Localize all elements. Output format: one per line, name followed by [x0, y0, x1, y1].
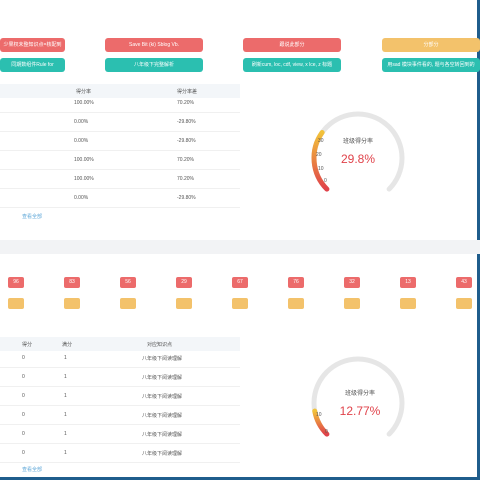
score-rate-cell: 0.00% — [74, 138, 89, 144]
score-rate-cell: 100.00% — [74, 157, 94, 163]
header-score-rate-diff: 得分率差 — [177, 89, 198, 95]
full-score-cell: 1 — [64, 431, 67, 437]
score-rate-cell: 0.00% — [74, 195, 89, 201]
score-rate-diff-cell: -29.80% — [177, 195, 196, 201]
section-divider — [0, 240, 480, 254]
row-divider — [0, 112, 240, 113]
gauge1-tick: 10 — [318, 166, 324, 172]
score-rate-gauge-2 — [311, 356, 405, 437]
header-full-score: 满分 — [62, 342, 73, 348]
knowledge-tag-3[interactable]: 跟说此部分 — [243, 38, 341, 52]
header-score: 得分 — [22, 342, 33, 348]
knowledge-tag-7[interactable]: 刷新cum, loc, cdf, view, x lce, z 标题 — [243, 58, 341, 72]
question-status-tile[interactable] — [456, 298, 472, 309]
gauge2-label: 班级得分率 — [344, 391, 375, 397]
question-score-tile[interactable]: 83 — [64, 277, 80, 288]
knowledge-tag-1[interactable]: 少果权未整知识点=核配到 — [0, 38, 65, 52]
row-divider — [0, 424, 240, 425]
knowledge-point-cell: 八年级下阅读理解 — [142, 375, 183, 381]
score-cell: 0 — [22, 355, 25, 361]
row-divider — [0, 462, 240, 463]
question-status-tile[interactable] — [8, 298, 24, 309]
score-rate-diff-cell: -29.80% — [177, 119, 196, 125]
row-divider — [0, 169, 240, 170]
question-status-tile[interactable] — [288, 298, 304, 309]
gauge1-tick: 0 — [324, 178, 327, 184]
knowledge-point-cell: 八年级下阅读理解 — [142, 432, 183, 438]
score-rate-diff-cell: 70.20% — [177, 176, 194, 182]
row-divider — [0, 386, 240, 387]
question-score-tile[interactable]: 43 — [456, 277, 472, 288]
score-cell: 0 — [22, 374, 25, 380]
question-score-tile[interactable]: 56 — [120, 277, 136, 288]
score-rate-diff-cell: 70.20% — [177, 157, 194, 163]
full-score-cell: 1 — [64, 450, 67, 456]
score-cell: 0 — [22, 431, 25, 437]
header-knowledge-point: 对应知识点 — [147, 342, 173, 348]
knowledge-tag-5[interactable]: 同期数组件Rule for — [0, 58, 65, 72]
knowledge-tag-2[interactable]: Save Bit (ki) Sblog Vb. — [105, 38, 203, 52]
gauge1-label: 班级得分率 — [342, 139, 373, 145]
knowledge-tag-4[interactable]: 分部分 — [382, 38, 480, 52]
gauge2-value: 12.77% — [339, 404, 381, 418]
full-score-cell: 1 — [64, 374, 67, 380]
table2-header: 得分 满分 对应知识点 — [0, 337, 240, 351]
full-score-cell: 1 — [64, 412, 67, 418]
row-divider — [0, 188, 240, 189]
knowledge-point-cell: 八年级下阅读理解 — [142, 413, 183, 419]
question-score-tile[interactable]: 96 — [8, 277, 24, 288]
question-status-tile[interactable] — [120, 298, 136, 309]
row-divider — [0, 367, 240, 368]
question-score-tile[interactable]: 32 — [344, 277, 360, 288]
gauge1-value: 29.8% — [340, 152, 376, 166]
knowledge-point-cell: 八年级下阅读理解 — [142, 394, 183, 400]
header-score-rate: 得分率 — [76, 89, 92, 95]
question-score-tile[interactable]: 13 — [400, 277, 416, 288]
score-cell: 0 — [22, 393, 25, 399]
question-score-tile[interactable]: 76 — [288, 277, 304, 288]
question-status-tile[interactable] — [400, 298, 416, 309]
question-status-tile[interactable] — [176, 298, 192, 309]
knowledge-tag-6[interactable]: 八年级下完整解析 — [105, 58, 203, 72]
table1-header: 得分率 得分率差 — [0, 84, 240, 98]
score-rate-cell: 0.00% — [74, 119, 89, 125]
score-cell: 0 — [22, 412, 25, 418]
row-divider — [0, 207, 240, 208]
question-status-tile[interactable] — [344, 298, 360, 309]
knowledge-point-cell: 八年级下阅读理解 — [142, 451, 183, 457]
full-score-cell: 1 — [64, 355, 67, 361]
view-all-link[interactable]: 查看全部 — [22, 213, 42, 220]
question-status-tile[interactable] — [64, 298, 80, 309]
score-rate-cell: 100.00% — [74, 100, 94, 106]
score-rate-cell: 100.00% — [74, 176, 94, 182]
row-divider — [0, 131, 240, 132]
row-divider — [0, 150, 240, 151]
question-status-tile[interactable] — [232, 298, 248, 309]
full-score-cell: 1 — [64, 393, 67, 399]
gauge2-tick: 0 — [325, 429, 328, 435]
view-all-link-2[interactable]: 查看全部 — [22, 466, 42, 473]
knowledge-tag-8[interactable]: 用sad 模块事件看的, 题与各空转回到的 — [382, 58, 480, 72]
score-rate-diff-cell: 70.20% — [177, 100, 194, 106]
knowledge-point-cell: 八年级下阅读理解 — [142, 356, 183, 362]
score-rate-diff-cell: -29.80% — [177, 138, 196, 144]
score-cell: 0 — [22, 450, 25, 456]
question-score-tile[interactable]: 67 — [232, 277, 248, 288]
row-divider — [0, 405, 240, 406]
question-score-tile[interactable]: 29 — [176, 277, 192, 288]
row-divider — [0, 443, 240, 444]
